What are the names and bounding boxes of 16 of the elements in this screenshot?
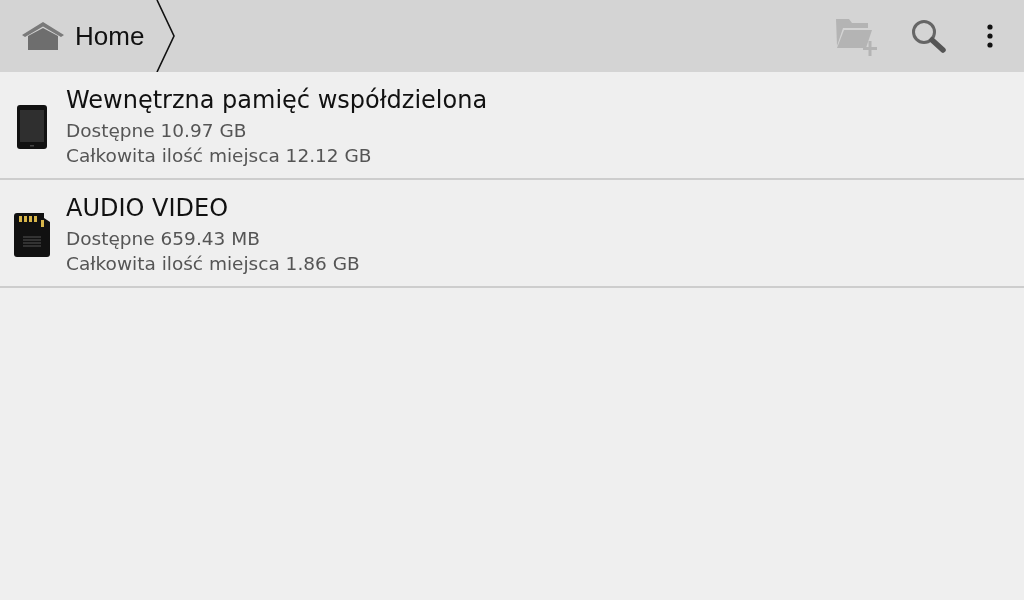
storage-list-item[interactable]: AUDIO VIDEO Dostępne 659.43 MB Całkowita ilość miejsca 1.86 GB [0, 180, 1024, 288]
storage-available: Dostępne 10.97 GB [66, 119, 247, 143]
storage-total: Całkowita ilość miejsca 12.12 GB [66, 144, 372, 168]
chevron-icon [156, 0, 177, 72]
storage-list-item[interactable]: Wewnętrzna pamięć współdzielona Dostępne 10.97 GB Całkowita ilość miejsca 12.12 GB [0, 72, 1024, 180]
folder-plus-icon [835, 16, 879, 56]
storage-name: AUDIO VIDEO [66, 194, 229, 222]
more-icon [987, 24, 993, 48]
house-icon [22, 22, 64, 50]
storage-total: Całkowita ilość miejsca 1.86 GB [66, 252, 360, 276]
search-icon [911, 19, 947, 53]
phone-icon [17, 105, 47, 149]
sd-card-icon [14, 213, 50, 257]
storage-name: Wewnętrzna pamięć współdzielona [66, 86, 488, 114]
home-breadcrumb[interactable]: Home [0, 0, 155, 72]
storage-available: Dostępne 659.43 MB [66, 227, 260, 251]
